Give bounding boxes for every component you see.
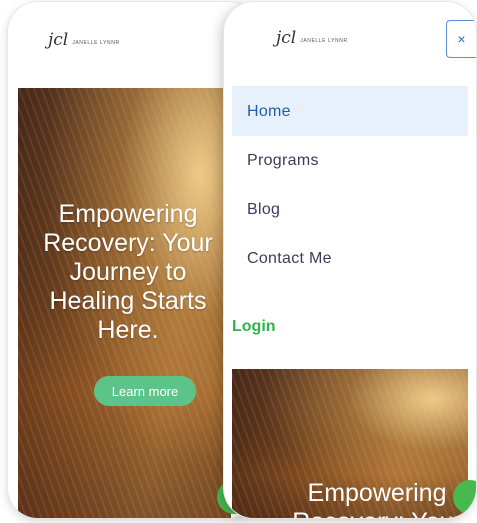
hero-title: Empowering Recovery: Your [292,479,462,518]
phone-menu-open: jcl JANELLE LYNNR × Home Programs Blog C… [224,2,476,518]
learn-more-button[interactable]: Learn more [94,376,196,406]
login-link[interactable]: Login [232,318,276,336]
nav-menu: Home Programs Blog Contact Me [232,86,468,283]
nav-item-blog[interactable]: Blog [232,185,468,234]
logo-wordmark: JANELLE LYNNR [300,38,348,44]
site-logo[interactable]: jcl JANELLE LYNNR [276,30,348,47]
menu-close-button[interactable]: × [446,20,476,58]
hero-title: Empowering Recovery: Your Journey to Hea… [43,200,213,344]
logo-mark: jcl [48,30,69,50]
nav-item-home[interactable]: Home [232,87,468,136]
phone-homepage: jcl JANELLE LYNNR Empowering Recovery: Y… [8,2,258,518]
hero-banner: Empowering Recovery: Your Journey to Hea… [18,88,231,518]
nav-item-programs[interactable]: Programs [232,136,468,185]
close-icon: × [457,31,466,47]
nav-item-contact[interactable]: Contact Me [232,234,468,283]
site-logo[interactable]: jcl JANELLE LYNNR [48,32,120,49]
logo-mark: jcl [276,28,297,48]
site-header: jcl JANELLE LYNNR [8,2,258,88]
hero-banner: Empowering Recovery: Your [232,369,468,518]
logo-wordmark: JANELLE LYNNR [72,40,120,46]
